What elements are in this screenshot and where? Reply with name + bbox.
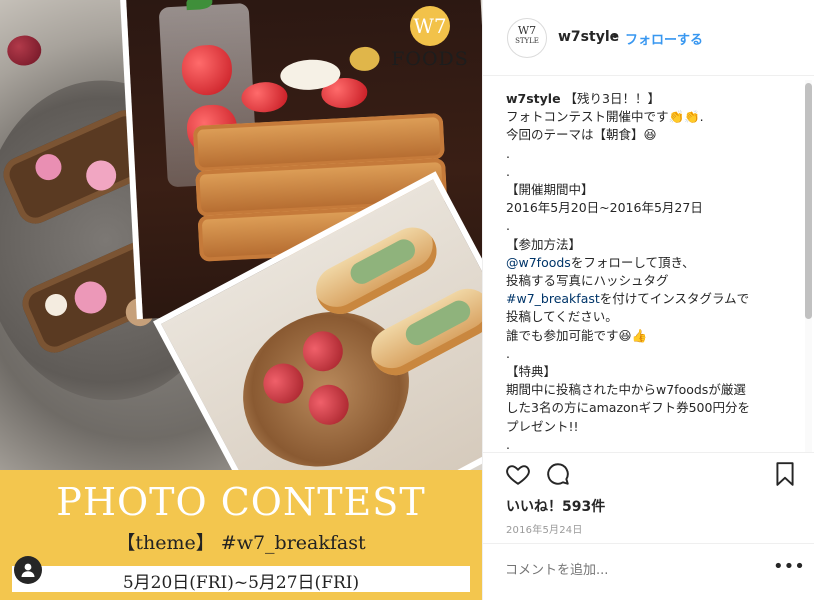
caption-line: 2016年5月20日~2016年5月27日 [506, 200, 703, 216]
caption-line: . [506, 218, 510, 234]
avatar-text: W7 [517, 24, 537, 37]
logo-badge: W7 [410, 6, 450, 46]
caption-line: フォトコンテスト開催中です👏👏. [506, 109, 704, 125]
radish [256, 356, 311, 411]
granola [348, 46, 381, 72]
logo-text: FOODS [391, 48, 469, 70]
mention-link[interactable]: @w7foods [506, 255, 571, 270]
radish [295, 324, 350, 379]
bookmark-icon [776, 462, 794, 486]
caption-line: w7style 【残り3日！！】 [506, 91, 661, 106]
heart-icon [506, 465, 530, 485]
banner-title: PHOTO CONTEST [56, 480, 426, 524]
strawberry-slice [240, 81, 289, 114]
caption-line: 投稿する写真にハッシュタグ [506, 273, 669, 289]
post-date[interactable]: 2016年5月24日 [506, 521, 583, 536]
caption-line: 期間中に投稿された中からw7foodsが厳選 [506, 382, 746, 398]
banner-date-box: 5月20日(FRI)~5月27日(FRI) [12, 566, 470, 593]
banner-dates: 5月20日(FRI)~5月27日(FRI) [122, 573, 360, 593]
avatar[interactable]: W7 STYLE [507, 18, 547, 58]
like-count[interactable]: いいね！593件 [506, 496, 605, 516]
caption-username[interactable]: w7style [506, 91, 561, 106]
caption-line: 今回のテーマは【朝食】😆 [506, 127, 657, 143]
save-button[interactable] [773, 461, 801, 489]
action-bar [483, 452, 814, 492]
avatar-subtext: STYLE [515, 37, 539, 45]
comment-input[interactable] [505, 558, 745, 582]
caption-line: 【開催期間中】 [506, 182, 594, 198]
post-image[interactable]: W7 FOODS PHOTO CONTEST 【theme】 #w7_break… [0, 0, 482, 600]
caption-line: . [506, 436, 510, 452]
caption-line: . [506, 145, 510, 161]
hashtag-link[interactable]: #w7_breakfast [506, 291, 600, 306]
caption-line: プレゼント!! [506, 418, 579, 434]
comment-section: ••• [483, 543, 814, 600]
caption-line: #w7_breakfastを付けてインスタグラムで [506, 291, 750, 307]
wooden-bowl [215, 283, 437, 470]
caption-line: 誰でも参加可能です😆👍 [506, 327, 648, 343]
follow-button[interactable]: フォローする [625, 29, 703, 48]
contest-banner: PHOTO CONTEST 【theme】 #w7_breakfast 5月20… [0, 470, 482, 600]
baguette [362, 280, 482, 384]
separator-dot: • [611, 29, 620, 45]
user-icon [21, 563, 35, 577]
more-options-button[interactable]: ••• [773, 556, 805, 582]
beet-decoration [6, 34, 43, 67]
radish [301, 377, 356, 432]
photo-collage: W7 FOODS [0, 0, 482, 470]
like-button[interactable] [505, 461, 533, 489]
caption: w7style 【残り3日！！】 フォトコンテスト開催中です👏👏. 今回のテーマ… [506, 90, 782, 452]
caption-line: した3名の方にamazonギフト券500円分を [506, 400, 750, 416]
caption-line: . [506, 163, 510, 179]
strawberry [180, 43, 234, 97]
banner-theme: 【theme】 #w7_breakfast [116, 532, 366, 554]
caption-line: . [506, 345, 510, 361]
instagram-post: W7 FOODS PHOTO CONTEST 【theme】 #w7_break… [0, 0, 814, 600]
caption-line: @w7foodsをフォローして頂き、 [506, 254, 695, 270]
spread [401, 296, 475, 350]
comment-button[interactable] [545, 461, 573, 489]
caption-line: 【参加方法】 [506, 236, 582, 252]
baguette [307, 219, 445, 323]
caption-line: 【特典】 [506, 364, 557, 380]
spread [346, 235, 419, 288]
caption-scrollbar[interactable] [805, 80, 812, 452]
brand-logo: W7 FOODS [390, 6, 470, 70]
scrollbar-thumb[interactable] [805, 83, 812, 319]
caption-line: 投稿してください。 [506, 309, 618, 325]
post-header: W7 STYLE w7style • フォローする [483, 0, 814, 76]
comment-icon [547, 463, 569, 485]
header-username[interactable]: w7style [558, 29, 619, 45]
tagged-user-button[interactable] [14, 556, 42, 584]
post-sidebar: W7 STYLE w7style • フォローする w7style 【残り3日！… [482, 0, 814, 600]
